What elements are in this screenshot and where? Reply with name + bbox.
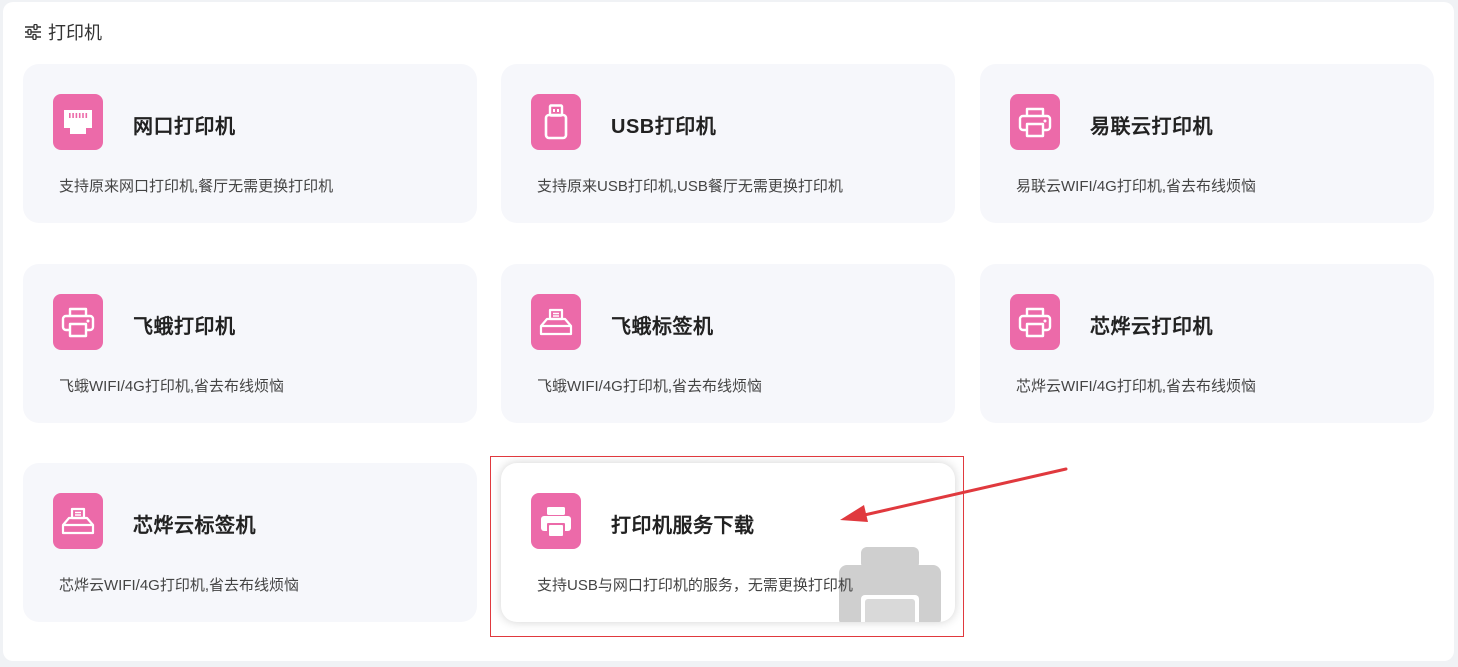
card-xinye-label-printer[interactable]: 芯烨云标签机 芯烨云WIFI/4G打印机,省去布线烦恼 [23, 463, 477, 622]
card-title: 网口打印机 [133, 116, 236, 138]
card-title: 飞蛾标签机 [611, 316, 714, 338]
printer-icon [53, 294, 103, 350]
card-description: 易联云WIFI/4G打印机,省去布线烦恼 [1016, 178, 1257, 195]
printer-solid-icon [531, 493, 581, 549]
card-description: 芯烨云WIFI/4G打印机,省去布线烦恼 [1016, 378, 1257, 395]
card-description: 飞蛾WIFI/4G打印机,省去布线烦恼 [537, 378, 763, 395]
card-usb-printer[interactable]: USB打印机 支持原来USB打印机,USB餐厅无需更换打印机 [501, 64, 955, 223]
label-printer-icon [53, 493, 103, 549]
card-description: 芯烨云WIFI/4G打印机,省去布线烦恼 [59, 577, 300, 594]
sliders-icon [24, 24, 42, 40]
section-header: 打印机 [24, 21, 102, 43]
card-network-printer[interactable]: 网口打印机 支持原来网口打印机,餐厅无需更换打印机 [23, 64, 477, 223]
annotation-arrow-icon [820, 462, 1070, 537]
ethernet-port-icon [53, 94, 103, 150]
card-title: USB打印机 [611, 116, 717, 138]
label-printer-icon [531, 294, 581, 350]
printer-icon [1010, 94, 1060, 150]
card-title: 易联云打印机 [1090, 116, 1213, 138]
card-description: 支持原来网口打印机,餐厅无需更换打印机 [59, 178, 334, 195]
card-title: 芯烨云打印机 [1090, 316, 1213, 338]
card-description: 支持原来USB打印机,USB餐厅无需更换打印机 [537, 178, 843, 195]
card-feie-printer[interactable]: 飞蛾打印机 飞蛾WIFI/4G打印机,省去布线烦恼 [23, 264, 477, 423]
card-yilianyun-printer[interactable]: 易联云打印机 易联云WIFI/4G打印机,省去布线烦恼 [980, 64, 1434, 223]
card-title: 打印机服务下载 [611, 515, 755, 537]
printer-icon [1010, 294, 1060, 350]
card-feie-label-printer[interactable]: 飞蛾标签机 飞蛾WIFI/4G打印机,省去布线烦恼 [501, 264, 955, 423]
card-description: 支持USB与网口打印机的服务，无需更换打印机 [537, 577, 853, 594]
card-title: 飞蛾打印机 [133, 316, 236, 338]
printer-watermark-icon [837, 547, 943, 622]
usb-drive-icon [531, 94, 581, 150]
card-description: 飞蛾WIFI/4G打印机,省去布线烦恼 [59, 378, 285, 395]
card-title: 芯烨云标签机 [133, 515, 256, 537]
section-title: 打印机 [48, 23, 102, 43]
card-xinye-printer[interactable]: 芯烨云打印机 芯烨云WIFI/4G打印机,省去布线烦恼 [980, 264, 1434, 423]
